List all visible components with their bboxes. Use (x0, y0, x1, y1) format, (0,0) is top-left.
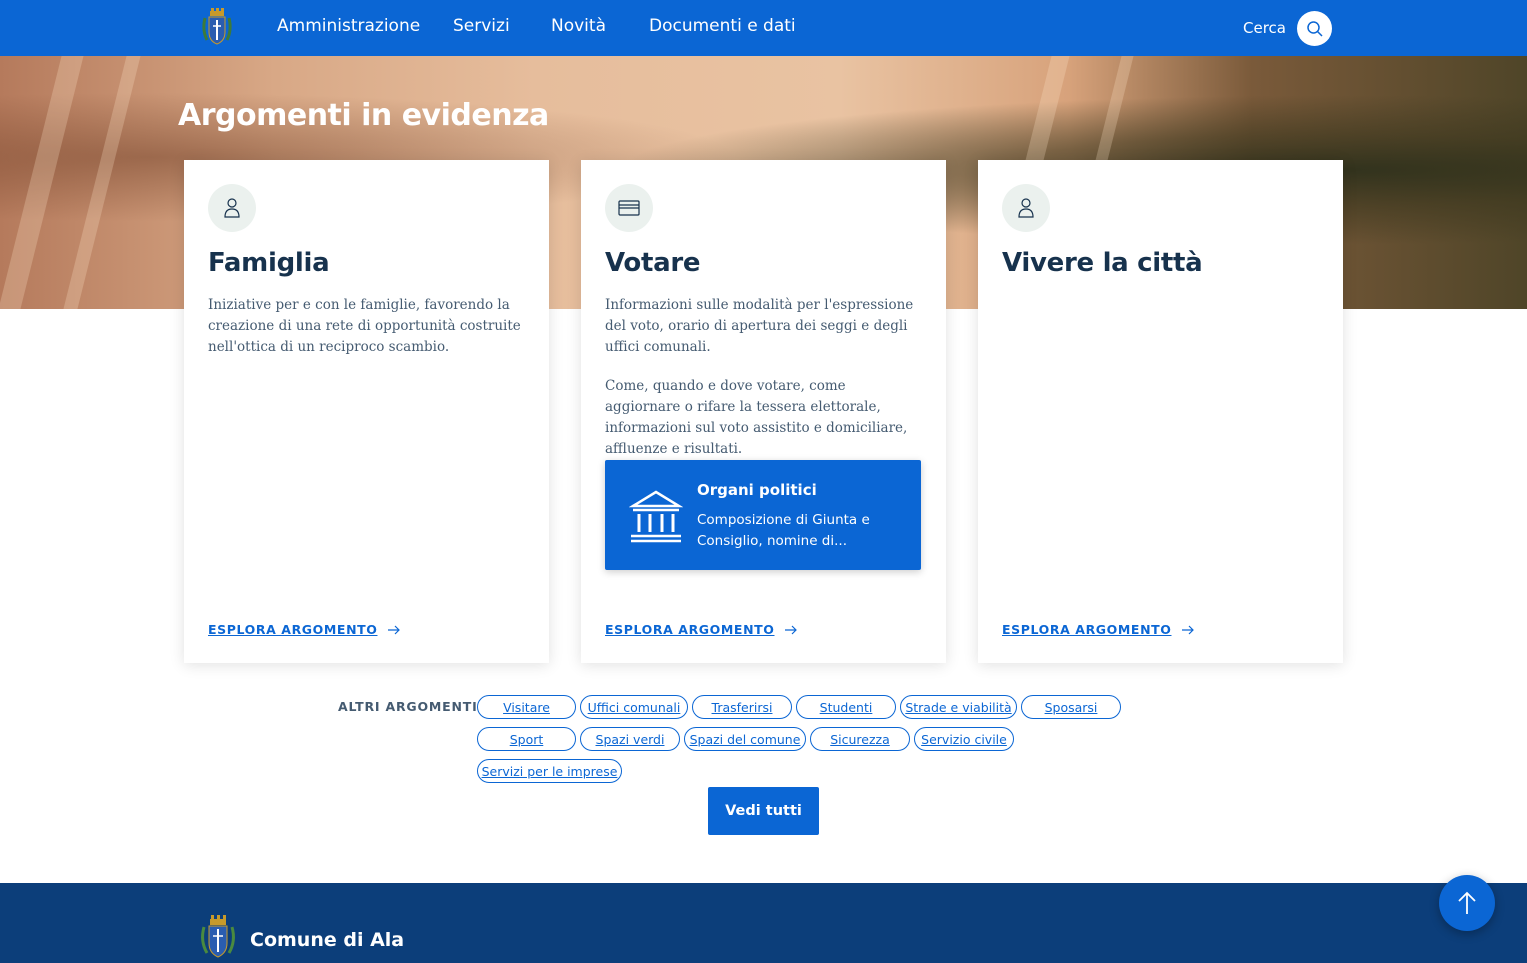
card-description: Iniziative per e con le famiglie, favore… (208, 297, 521, 355)
topic-chip[interactable]: Studenti (796, 695, 896, 719)
explore-topic-link[interactable]: ESPLORA ARGOMENTO (605, 622, 798, 637)
card-title[interactable]: Vivere la città (1002, 248, 1203, 278)
card-title[interactable]: Famiglia (208, 248, 330, 278)
see-all-button[interactable]: Vedi tutti (708, 787, 819, 835)
topic-card-votare: Votare Informazioni sulle modalità per l… (581, 160, 946, 663)
coat-of-arms-logo[interactable] (198, 915, 238, 961)
featured-card-text: Composizione di Giunta e Consiglio, nomi… (697, 512, 870, 549)
explore-topic-label: ESPLORA ARGOMENTO (1002, 622, 1172, 637)
topic-chip[interactable]: Sposarsi (1021, 695, 1121, 719)
coat-of-arms-logo[interactable] (199, 8, 235, 48)
hero-decoration (0, 56, 84, 309)
search-button[interactable] (1297, 11, 1332, 46)
nav-novita[interactable]: Novità (551, 16, 606, 36)
topic-chip[interactable]: Servizio civile (914, 727, 1014, 751)
topic-chip[interactable]: Trasferirsi (692, 695, 792, 719)
card-icon (618, 200, 640, 216)
topic-chip[interactable]: Uffici comunali (580, 695, 688, 719)
footer: Comune di Ala (0, 883, 1527, 963)
topic-chip[interactable]: Sport (477, 727, 576, 751)
nav-amministrazione[interactable]: Amministrazione (277, 16, 420, 36)
arrow-right-icon (785, 625, 798, 634)
back-to-top-button[interactable] (1439, 875, 1495, 931)
topic-chip[interactable]: Servizi per le imprese (477, 759, 622, 783)
arrow-up-icon (1458, 891, 1476, 914)
topic-card-vivere-la-citta: Vivere la città ESPLORA ARGOMENTO (978, 160, 1343, 663)
explore-topic-link[interactable]: ESPLORA ARGOMENTO (208, 622, 401, 637)
featured-card-organi-politici[interactable]: Organi politici Composizione di Giunta e… (605, 460, 921, 570)
card-description: Informazioni sulle modalità per l'espres… (605, 297, 914, 355)
topic-chip[interactable]: Visitare (477, 695, 576, 719)
card-title[interactable]: Votare (605, 248, 701, 278)
nav-servizi[interactable]: Servizi (453, 16, 510, 36)
hero-decoration (63, 56, 141, 309)
card-icon-circle (208, 184, 256, 232)
card-description-secondary: Come, quando e dove votare, come aggiorn… (605, 378, 908, 457)
explore-topic-label: ESPLORA ARGOMENTO (605, 622, 775, 637)
nav-documenti-e-dati[interactable]: Documenti e dati (649, 16, 796, 36)
footer-site-title[interactable]: Comune di Ala (250, 929, 404, 951)
topic-card-famiglia: Famiglia Iniziative per e con le famigli… (184, 160, 549, 663)
explore-topic-label: ESPLORA ARGOMENTO (208, 622, 378, 637)
topic-chip[interactable]: Strade e viabilità (900, 695, 1017, 719)
search-label[interactable]: Cerca (1243, 19, 1286, 37)
topic-chip[interactable]: Sicurezza (810, 727, 910, 751)
section-title: Argomenti in evidenza (178, 98, 549, 133)
top-navbar: Amministrazione Servizi Novità Documenti… (0, 0, 1527, 56)
arrow-right-icon (388, 625, 401, 634)
search-icon (1306, 20, 1323, 37)
topic-chip[interactable]: Spazi del comune (684, 727, 806, 751)
user-icon (1018, 198, 1034, 218)
user-icon (224, 198, 240, 218)
featured-card-title: Organi politici (697, 481, 817, 499)
topic-chip[interactable]: Spazi verdi (580, 727, 680, 751)
government-building-icon (629, 490, 683, 543)
card-icon-circle (605, 184, 653, 232)
arrow-right-icon (1182, 625, 1195, 634)
other-topics-label: ALTRI ARGOMENTI (338, 699, 478, 714)
explore-topic-link[interactable]: ESPLORA ARGOMENTO (1002, 622, 1195, 637)
card-icon-circle (1002, 184, 1050, 232)
